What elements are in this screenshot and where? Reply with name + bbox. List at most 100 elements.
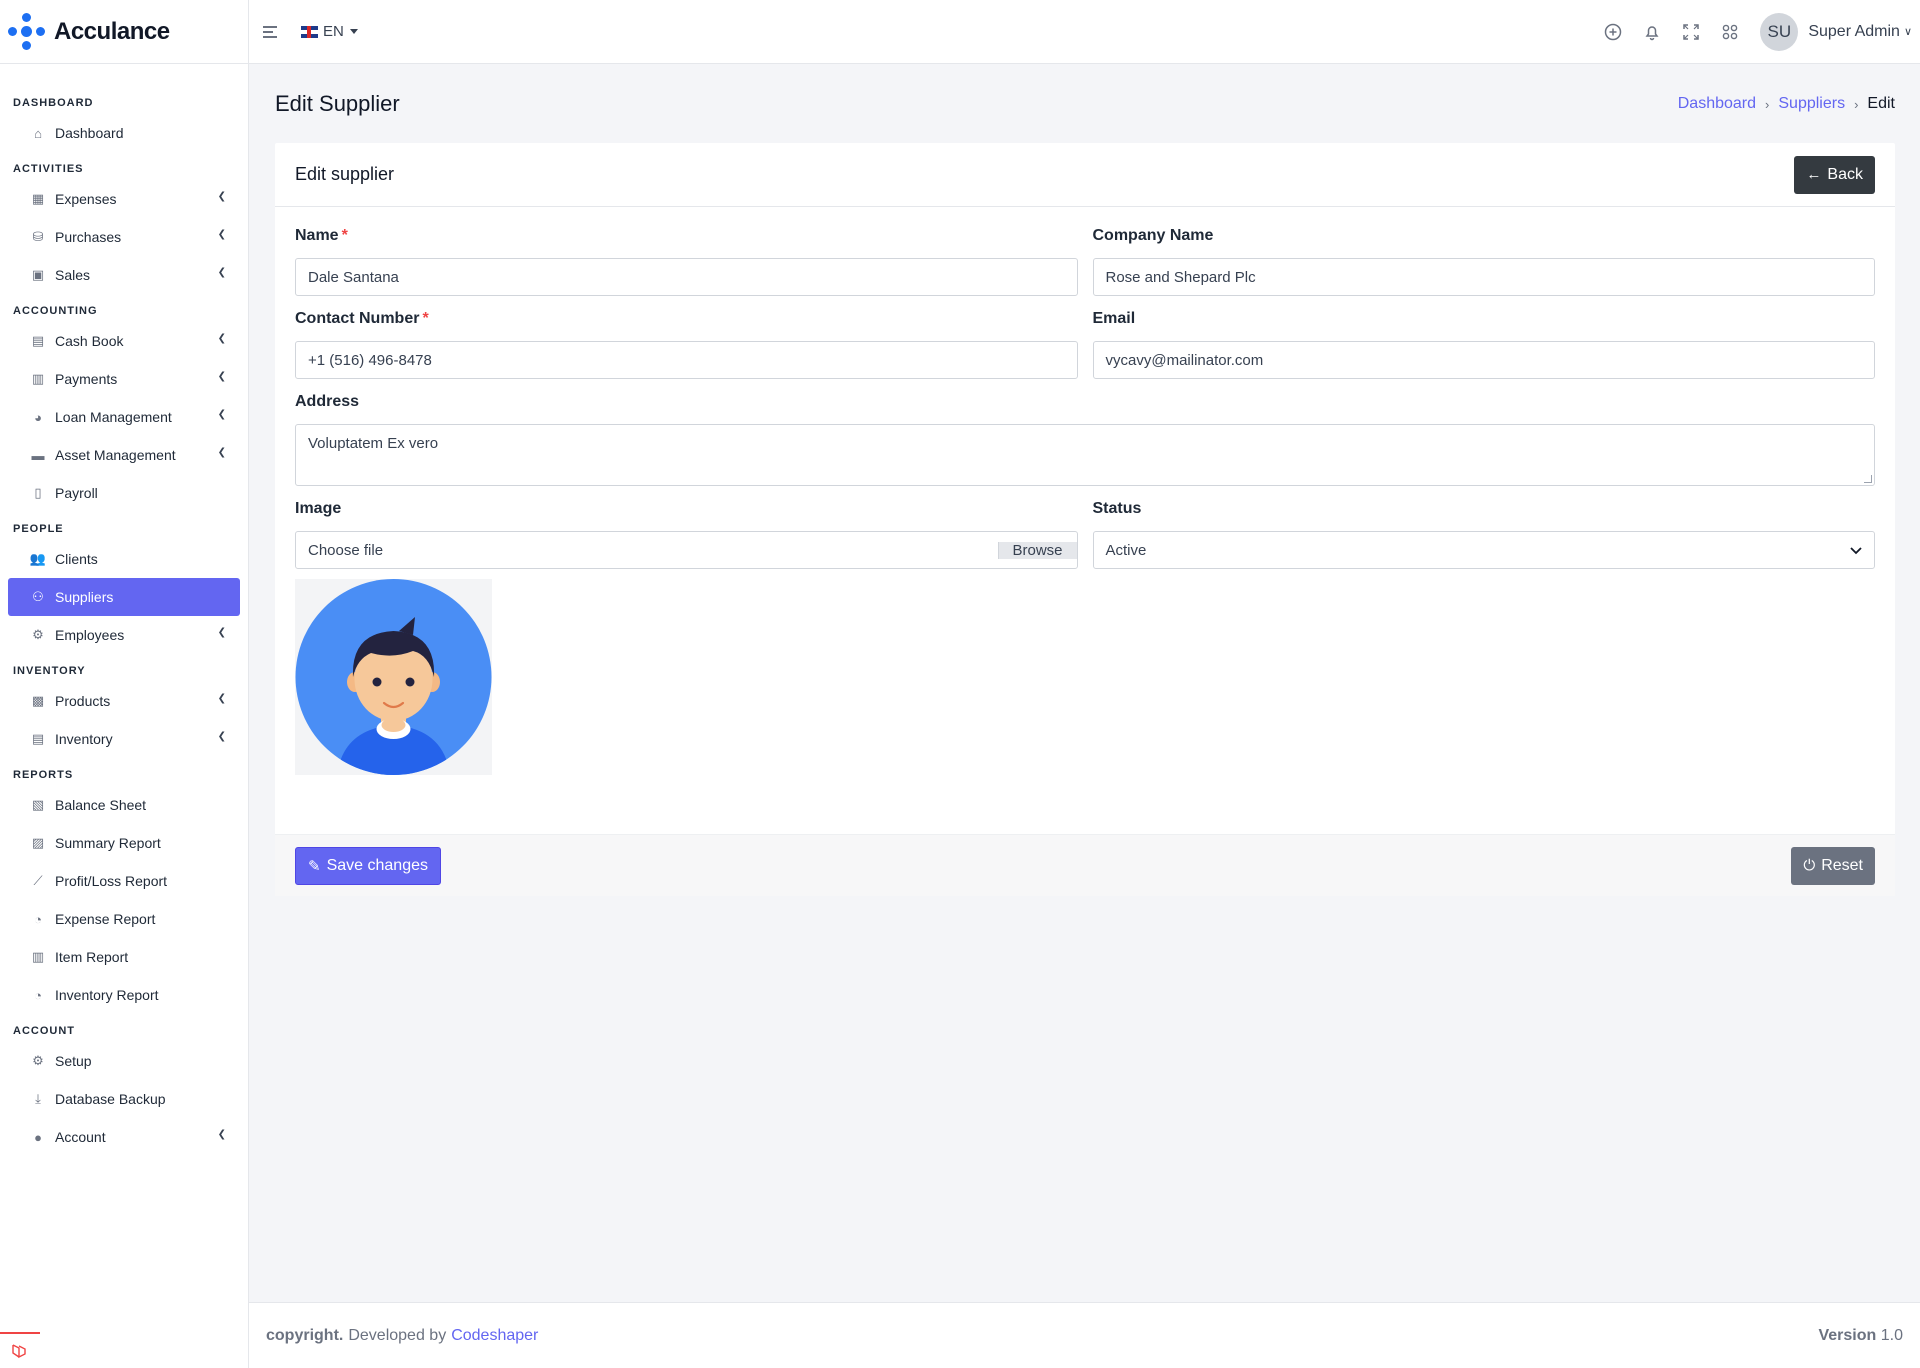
avatar[interactable]: SU	[1760, 12, 1799, 51]
email-input[interactable]: vycavy@mailinator.com	[1092, 341, 1875, 379]
receipt-icon: ▥	[31, 371, 45, 386]
name-input[interactable]: Dale Santana	[295, 258, 1078, 296]
sidebar-item-expenses[interactable]: ▦ Expenses ❮	[8, 180, 240, 218]
browse-button[interactable]: Browse	[997, 541, 1077, 559]
sidebar-item-label: Asset Management	[55, 447, 176, 463]
save-changes-button[interactable]: ✎ Save changes	[295, 846, 441, 885]
sidebar-item-database-backup[interactable]: ⤓ Database Backup	[8, 1080, 240, 1118]
arrow-left-icon: ←	[1806, 166, 1822, 183]
sidebar-item-setup[interactable]: ⚙ Setup	[8, 1042, 240, 1080]
brand[interactable]: Acculance	[0, 0, 248, 64]
sidebar-item-label: Profit/Loss Report	[55, 873, 168, 889]
sidebar-item-account[interactable]: ● Account ❮	[8, 1118, 240, 1156]
sidebar-item-payments[interactable]: ▥ Payments ❮	[8, 360, 240, 398]
company-label: Company Name	[1092, 227, 1214, 244]
sidebar-item-sales[interactable]: ▣ Sales ❮	[8, 256, 240, 294]
back-button[interactable]: ← Back	[1794, 155, 1875, 194]
bar-chart-icon: ▥	[31, 949, 45, 964]
sidebar-item-payroll[interactable]: ▯ Payroll	[8, 474, 240, 512]
sidebar-item-asset-management[interactable]: ▬ Asset Management ❮	[8, 436, 240, 474]
sidebar-item-item-report[interactable]: ▥ Item Report	[8, 938, 240, 976]
piggy-bank-icon: ◕	[34, 409, 42, 425]
chevron-left-icon: ❮	[217, 627, 226, 638]
status-select[interactable]: Active	[1092, 531, 1875, 569]
sidebar-item-label: Item Report	[55, 949, 129, 965]
language-selector[interactable]: EN	[301, 23, 358, 40]
chevron-left-icon: ❮	[217, 229, 226, 240]
footer-version: Version 1.0	[1818, 1326, 1903, 1344]
topbar-actions: SU Super Admin ∨	[1584, 12, 1912, 51]
sidebar-item-products[interactable]: ▩ Products ❮	[8, 682, 240, 720]
sidebar-item-dashboard[interactable]: ⌂ Dashboard	[8, 114, 240, 152]
avatar-illustration	[295, 579, 492, 775]
download-icon: ⤓	[35, 1091, 41, 1106]
sidebar-nav: DASHBOARD ⌂ Dashboard ACTIVITIES ▦ Expenses ❮ ⛁…	[0, 64, 248, 1162]
hamburger-icon[interactable]	[263, 25, 279, 38]
sidebar-item-inventory[interactable]: ▤ Inventory ❮	[8, 720, 240, 758]
page-header: Edit Supplier Dashboard › Suppliers › Ed…	[275, 90, 1895, 118]
breadcrumb-separator-icon: ›	[1854, 96, 1859, 112]
card-header: Edit supplier ← Back	[275, 143, 1895, 207]
sidebar-section-dashboard: DASHBOARD	[13, 97, 94, 109]
sidebar-item-label: Balance Sheet	[55, 797, 147, 813]
sidebar-item-label: Expenses	[55, 191, 117, 207]
sidebar-item-expense-report[interactable]: ◔ Expense Report	[8, 900, 240, 938]
couch-icon: ▬	[31, 447, 45, 463]
user-name[interactable]: Super Admin	[1808, 23, 1900, 41]
chevron-down-icon[interactable]: ∨	[1904, 25, 1912, 38]
page-title: Edit Supplier	[275, 91, 400, 116]
sidebar-item-purchases[interactable]: ⛁ Purchases ❮	[8, 218, 240, 256]
sidebar-item-balance-sheet[interactable]: ▧ Balance Sheet	[8, 786, 240, 824]
email-label: Email	[1092, 310, 1136, 327]
users-cog-icon: ⚙	[32, 627, 44, 642]
chevron-left-icon: ❮	[217, 371, 226, 382]
sidebar-section-accounting: ACCOUNTING	[13, 305, 98, 317]
status-selected-value: Active	[1105, 541, 1147, 559]
sidebar-section-people: PEOPLE	[13, 523, 64, 535]
power-icon: ⏻	[1803, 857, 1816, 874]
address-textarea[interactable]: Voluptatem Ex vero	[295, 424, 1875, 486]
sidebar-item-inventory-report[interactable]: ◔ Inventory Report	[8, 976, 240, 1014]
edit-icon: ✎	[308, 857, 321, 875]
status-label: Status	[1092, 500, 1142, 517]
sidebar-item-label: Suppliers	[55, 589, 114, 605]
calculator-icon: ▦	[31, 191, 45, 206]
uk-flag-icon	[301, 25, 318, 38]
sidebar-item-employees[interactable]: ⚙ Employees ❮	[8, 616, 240, 654]
reset-button[interactable]: ⏻ Reset	[1791, 846, 1875, 885]
bell-icon[interactable]	[1642, 22, 1662, 42]
boxes-icon: ▩	[31, 693, 45, 708]
apps-grid-icon[interactable]	[1720, 22, 1740, 42]
sidebar-item-summary-report[interactable]: ▨ Summary Report	[8, 824, 240, 862]
company-input[interactable]: Rose and Shepard Plc	[1092, 258, 1875, 296]
fullscreen-icon[interactable]	[1681, 22, 1701, 42]
card-title: Edit supplier	[295, 164, 395, 184]
acculance-logo-icon	[8, 12, 46, 51]
image-file-input[interactable]: Choose file Browse	[295, 531, 1078, 569]
sidebar-item-suppliers[interactable]: ⚇ Suppliers	[8, 578, 240, 616]
contact-input[interactable]: +1 (516) 496-8478	[295, 341, 1078, 379]
sidebar-item-label: Dashboard	[55, 125, 124, 141]
sidebar-item-cash-book[interactable]: ▤ Cash Book ❮	[8, 322, 240, 360]
card-footer: ✎ Save changes ⏻ Reset	[275, 834, 1895, 896]
sidebar-item-label: Clients	[55, 551, 98, 567]
edit-supplier-card: Edit supplier ← Back Name * Dale Santana …	[275, 143, 1895, 896]
name-group: Name * Dale Santana	[295, 227, 1078, 296]
plus-circle-icon[interactable]	[1603, 22, 1623, 42]
breadcrumb-dashboard[interactable]: Dashboard	[1678, 95, 1756, 113]
footer-developer-link[interactable]: Codeshaper	[451, 1327, 538, 1345]
book-icon: ▤	[31, 333, 45, 348]
reset-label: Reset	[1821, 856, 1863, 874]
status-group: Status Active	[1092, 500, 1875, 775]
sidebar-item-label: Payments	[55, 371, 118, 387]
breadcrumb-suppliers[interactable]: Suppliers	[1778, 95, 1845, 113]
sidebar-item-clients[interactable]: 👥 Clients	[8, 540, 240, 578]
sidebar-item-profit-loss-report[interactable]: ⟋ Profit/Loss Report	[8, 862, 240, 900]
sidebar-section-reports: REPORTS	[13, 769, 74, 781]
sidebar-item-label: Expense Report	[55, 911, 156, 927]
sidebar-item-label: Database Backup	[55, 1091, 166, 1107]
chevron-left-icon: ❮	[217, 191, 226, 202]
sidebar-item-loan-management[interactable]: ◕ Loan Management ❮	[8, 398, 240, 436]
address-label: Address	[295, 393, 360, 410]
email-group: Email vycavy@mailinator.com	[1092, 310, 1875, 379]
